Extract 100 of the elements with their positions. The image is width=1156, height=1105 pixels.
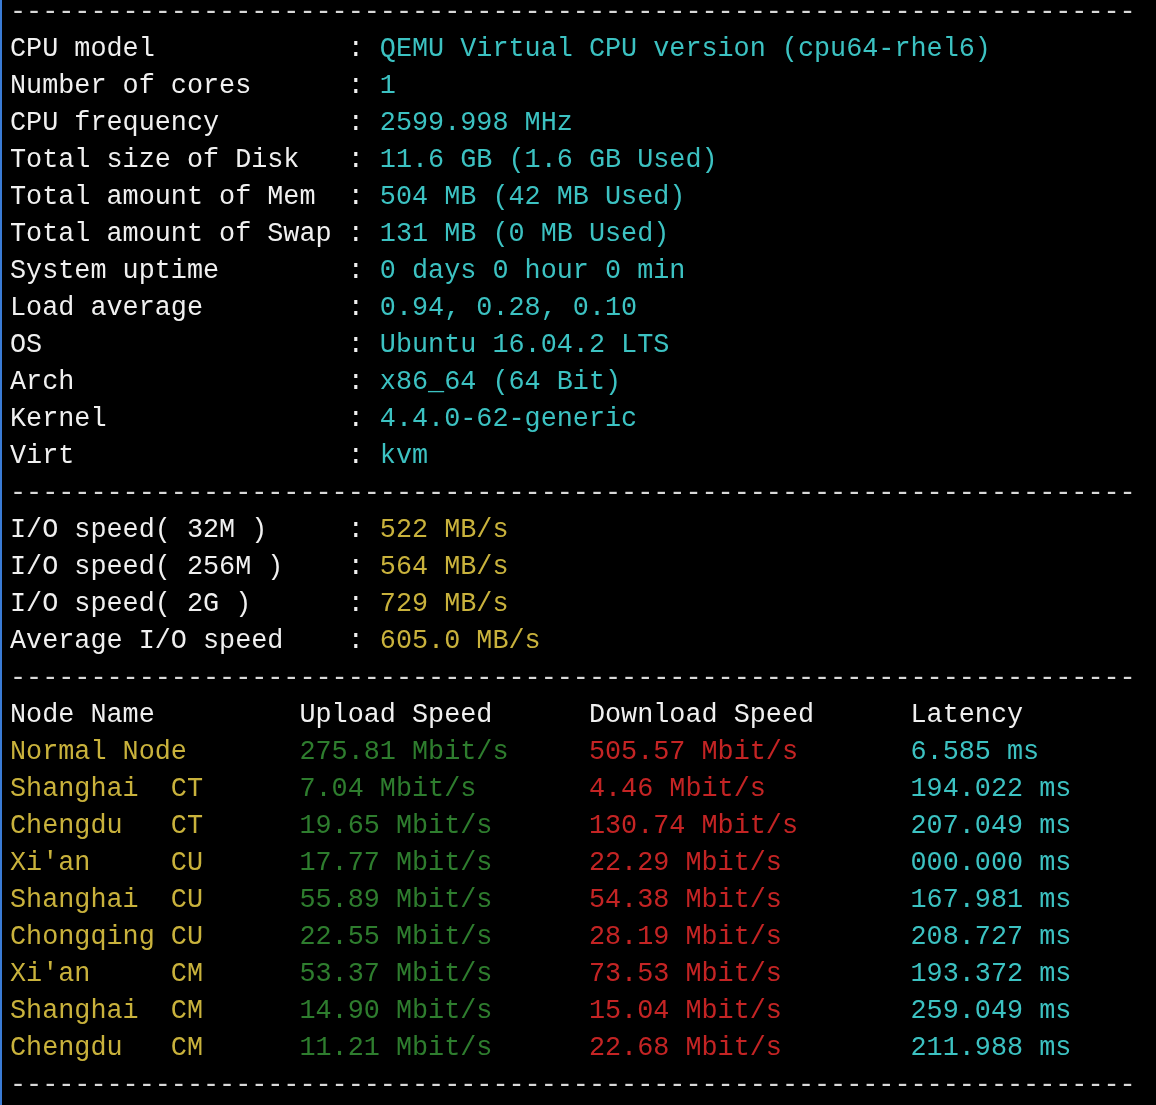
info-value: 131 MB (0 MB Used) [379,218,670,251]
info-label: Arch [10,366,76,399]
info-value: 522 MB/s [379,514,509,547]
info-label: Average I/O speed [10,625,285,658]
latency: 167.981 ms [910,884,1072,917]
colon: : [347,218,365,251]
dashed-separator: ---------------------------------------------------------------------- [10,1069,1136,1102]
download-speed: 505.57 Mbit/s [588,737,798,767]
colon: : [347,292,365,325]
upload-speed: 19.65 Mbit/s [299,811,493,841]
info-label: Number of cores [10,70,253,103]
latency: 193.372 ms [910,958,1072,991]
info-label: Total size of Disk [10,144,301,177]
info-label: I/O speed( 256M ) [10,551,285,584]
download-speed: 15.04 Mbit/s [588,996,782,1026]
isp-code: CU [170,885,203,915]
latency: 000.000 ms [910,847,1072,880]
info-value: 504 MB (42 MB Used) [379,181,686,214]
latency: 208.727 ms [910,921,1072,954]
upload-speed: 11.21 Mbit/s [299,1033,493,1063]
info-value: 564 MB/s [379,551,509,584]
info-value: 1 [379,70,396,103]
isp-code: CT [170,811,203,841]
info-value: Ubuntu 16.04.2 LTS [379,329,670,362]
info-label: OS [10,329,44,362]
download-speed: 22.68 Mbit/s [588,1033,782,1063]
upload-speed: 7.04 Mbit/s [299,774,477,804]
info-label: CPU frequency [10,107,221,140]
info-label: I/O speed( 32M ) [10,514,269,547]
info-value: 4.4.0-62-generic [379,403,638,436]
node-name: Chengdu [10,1032,124,1065]
isp-code: CM [170,959,203,989]
download-speed: 4.46 Mbit/s [588,774,766,804]
node-name: Xi'an [10,847,92,880]
column-header: Latency [910,700,1024,730]
isp-code: CM [170,996,203,1026]
node-name: Normal Node [10,737,187,767]
colon: : [347,329,365,362]
dashed-separator: ---------------------------------------------------------------------- [10,0,1136,29]
latency: 211.988 ms [910,1032,1072,1065]
colon: : [347,403,365,436]
isp-code: CU [170,848,203,878]
latency: 207.049 ms [910,810,1072,843]
info-value: 2599.998 MHz [379,107,573,140]
latency: 259.049 ms [910,995,1072,1028]
upload-speed: 22.55 Mbit/s [299,922,493,952]
download-speed: 28.19 Mbit/s [588,922,782,952]
info-value: 729 MB/s [379,588,509,621]
colon: : [347,551,365,584]
colon: : [347,588,365,621]
dashed-separator: ---------------------------------------------------------------------- [10,477,1136,510]
info-label: CPU model [10,33,156,66]
upload-speed: 17.77 Mbit/s [299,848,493,878]
colon: : [347,255,365,288]
node-name: Shanghai [10,884,140,917]
info-value: 0 days 0 hour 0 min [379,255,686,288]
node-name: Chongqing [10,921,156,954]
column-header: Download Speed [588,700,815,730]
info-label: System uptime [10,255,221,288]
upload-speed: 53.37 Mbit/s [299,959,493,989]
latency: 194.022 ms [910,773,1072,806]
info-value: 11.6 GB (1.6 GB Used) [379,144,718,177]
colon: : [347,70,365,103]
download-speed: 130.74 Mbit/s [588,811,798,841]
colon: : [347,625,365,658]
info-label: I/O speed( 2G ) [10,588,253,621]
download-speed: 54.38 Mbit/s [588,885,782,915]
download-speed: 73.53 Mbit/s [588,959,782,989]
upload-speed: 275.81 Mbit/s [299,737,509,767]
upload-speed: 55.89 Mbit/s [299,885,493,915]
colon: : [347,107,365,140]
colon: : [347,144,365,177]
node-name: Shanghai [10,995,140,1028]
info-label: Virt [10,440,76,473]
colon: : [347,181,365,214]
colon: : [347,366,365,399]
latency: 6.585 ms [910,736,1040,769]
node-name: Shanghai [10,773,140,806]
colon: : [347,514,365,547]
isp-code: CT [170,774,203,804]
column-header: Upload Speed [299,700,493,730]
column-header: Node Name [10,700,155,730]
dashed-separator: ---------------------------------------------------------------------- [10,662,1136,695]
info-label: Total amount of Mem [10,181,317,214]
upload-speed: 14.90 Mbit/s [299,996,493,1026]
info-value: 0.94, 0.28, 0.10 [379,292,638,325]
node-name: Xi'an [10,958,92,991]
download-speed: 22.29 Mbit/s [588,848,782,878]
colon: : [347,440,365,473]
colon: : [347,33,365,66]
info-label: Total amount of Swap [10,218,333,251]
info-label: Load average [10,292,204,325]
info-value: x86_64 (64 Bit) [379,366,622,399]
node-name: Chengdu [10,810,124,843]
info-value: 605.0 MB/s [379,625,541,658]
info-label: Kernel [10,403,108,436]
info-value: kvm [379,440,429,473]
isp-code: CM [170,1033,203,1063]
isp-code: CU [170,922,203,952]
info-value: QEMU Virtual CPU version (cpu64-rhel6) [379,33,991,66]
